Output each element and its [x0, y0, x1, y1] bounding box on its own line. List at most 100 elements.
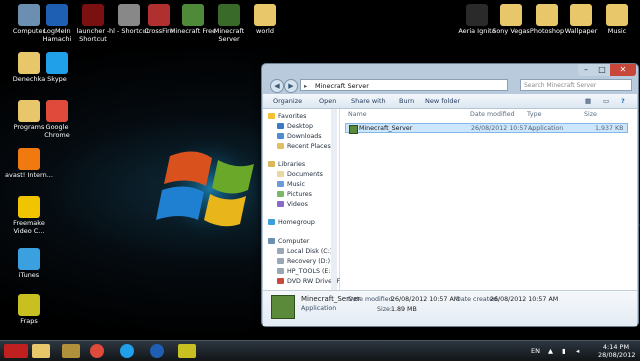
- details-size-label: Size:: [377, 306, 393, 313]
- drive-icon: [277, 258, 284, 264]
- address-text: Minecraft Server: [315, 82, 369, 90]
- burn-button[interactable]: Burn: [399, 94, 414, 108]
- desktop-icon-label: Music: [607, 27, 627, 35]
- tray-arrow-icon[interactable]: ▲: [548, 347, 553, 355]
- app-icon: [46, 100, 68, 122]
- app-icon: [570, 4, 592, 26]
- app-icon: [18, 248, 40, 270]
- nav-scrollbar[interactable]: [331, 109, 337, 290]
- desktop-icon-itunes[interactable]: iTunes: [4, 248, 54, 280]
- desktop-icon-label: iTunes: [18, 271, 40, 279]
- nav-pictures[interactable]: Pictures: [277, 190, 312, 199]
- organize-button[interactable]: Organize: [273, 94, 302, 108]
- desktop-icon-label: avast! Intern...: [5, 171, 53, 179]
- clock-date: 28/08/2012: [598, 351, 636, 359]
- maximize-button[interactable]: □: [594, 64, 610, 76]
- desktop-icon-google-chrome[interactable]: Google Chrome: [32, 100, 82, 139]
- hamachi-taskbar-icon[interactable]: [150, 344, 164, 358]
- desktop-icon-music[interactable]: Music: [592, 4, 640, 36]
- desktop-icon-label: Freemake Video C...: [13, 219, 45, 235]
- desktop-icon-skype[interactable]: Skype: [32, 52, 82, 84]
- chrome-taskbar-icon[interactable]: [90, 344, 104, 358]
- desktop-icon-fraps[interactable]: Fraps: [4, 294, 54, 326]
- nav-computer[interactable]: Computer: [268, 237, 309, 246]
- details-type: Application: [301, 305, 337, 312]
- nav-favorites[interactable]: Favorites: [268, 112, 306, 121]
- view-options-icon[interactable]: ▦: [585, 94, 591, 108]
- details-pane: Minecraft_Server Application Date modifi…: [263, 290, 637, 326]
- column-size[interactable]: Size: [584, 110, 597, 120]
- fraps-overlay-icon[interactable]: [4, 344, 28, 358]
- documents-icon: [277, 171, 284, 177]
- clock-time: 4:14 PM: [602, 343, 630, 351]
- desktop-icon-label: Skype: [47, 75, 67, 83]
- fraps-taskbar-icon[interactable]: [178, 344, 196, 358]
- close-button[interactable]: ✕: [610, 64, 636, 76]
- search-input[interactable]: Search Minecraft Server: [520, 79, 632, 91]
- app-icon: [254, 4, 276, 26]
- media-player-taskbar-icon[interactable]: [62, 344, 80, 358]
- app-icon: [18, 294, 40, 316]
- nav-recovery[interactable]: Recovery (D:): [277, 257, 330, 266]
- file-name: Minecraft_Server: [359, 125, 413, 132]
- nav-music[interactable]: Music: [277, 180, 305, 189]
- library-icon: [268, 161, 275, 167]
- desktop: Computer LogMeIn Hamachi launcher - Shortc…: [0, 0, 640, 340]
- explorer-window[interactable]: – □ ✕ ◀ ▶ ▸ Minecraft Server Search Mine…: [261, 63, 640, 327]
- forward-arrow-icon[interactable]: ▶: [284, 79, 298, 93]
- network-icon[interactable]: ▮: [562, 347, 566, 355]
- file-explorer-taskbar-icon[interactable]: [32, 344, 50, 358]
- nav-local-disk[interactable]: Local Disk (C:): [277, 247, 332, 256]
- column-name[interactable]: Name: [348, 110, 367, 120]
- downloads-icon: [277, 133, 284, 139]
- app-icon: [536, 4, 558, 26]
- help-icon[interactable]: ?: [621, 94, 625, 108]
- details-modified-label: Date modified:: [348, 296, 395, 303]
- star-icon: [268, 113, 275, 119]
- share-with-button[interactable]: Share with: [351, 94, 386, 108]
- nav-homegroup[interactable]: Homegroup: [268, 218, 315, 227]
- app-icon: [182, 4, 204, 26]
- nav-videos[interactable]: Videos: [277, 200, 308, 209]
- videos-icon: [277, 201, 284, 207]
- nav-libraries[interactable]: Libraries: [268, 160, 305, 169]
- open-button[interactable]: Open: [319, 94, 336, 108]
- preview-pane-icon[interactable]: ▭: [603, 94, 609, 108]
- recent-places-icon: [277, 143, 284, 149]
- clock[interactable]: 4:14 PM 28/08/2012: [598, 343, 636, 359]
- folder-chevron-icon: ▸: [304, 82, 308, 90]
- app-icon: [500, 4, 522, 26]
- file-size: 1,937 KB: [595, 125, 624, 132]
- language-indicator[interactable]: EN: [531, 347, 540, 355]
- homegroup-icon: [268, 219, 275, 225]
- desktop-icon-freemake-video-c[interactable]: Freemake Video C...: [4, 196, 54, 235]
- desktop-icon-world[interactable]: world: [240, 4, 290, 36]
- address-bar-row: ◀ ▶ ▸ Minecraft Server Search Minecraft …: [266, 78, 634, 94]
- minimize-button[interactable]: –: [578, 64, 594, 76]
- skype-taskbar-icon[interactable]: [120, 344, 134, 358]
- desktop-icon-label: world: [256, 27, 274, 35]
- nav-desktop[interactable]: Desktop: [277, 122, 313, 131]
- app-icon: [82, 4, 104, 26]
- nav-recent-places[interactable]: Recent Places: [277, 142, 331, 151]
- file-date: 26/08/2012 10:57 ...: [471, 125, 536, 132]
- desktop-icon: [277, 123, 284, 129]
- navigation-pane: Favorites Desktop Downloads Recent Place…: [263, 109, 344, 290]
- back-arrow-icon[interactable]: ◀: [270, 79, 284, 93]
- windows-logo: [152, 130, 268, 246]
- desktop-icon-avast-intern[interactable]: avast! Intern...: [4, 148, 54, 180]
- nav-documents[interactable]: Documents: [277, 170, 323, 179]
- nav-downloads[interactable]: Downloads: [277, 132, 322, 141]
- volume-icon[interactable]: ◂: [576, 347, 579, 355]
- app-icon: [18, 148, 40, 170]
- column-type[interactable]: Type: [527, 110, 541, 120]
- new-folder-button[interactable]: New folder: [425, 94, 460, 108]
- file-list: Name Date modified Type Size Minecraft_S…: [340, 109, 640, 290]
- column-date-modified[interactable]: Date modified: [470, 110, 515, 120]
- details-created: 26/08/2012 10:57 AM: [490, 296, 559, 303]
- desktop-icon-label: Google Chrome: [44, 123, 70, 139]
- nav-hp-tools[interactable]: HP_TOOLS (E:): [277, 267, 333, 276]
- drive-icon: [277, 248, 284, 254]
- file-row[interactable]: Minecraft_Server 26/08/2012 10:57 ... Ap…: [345, 123, 628, 134]
- address-input[interactable]: ▸ Minecraft Server: [300, 79, 508, 91]
